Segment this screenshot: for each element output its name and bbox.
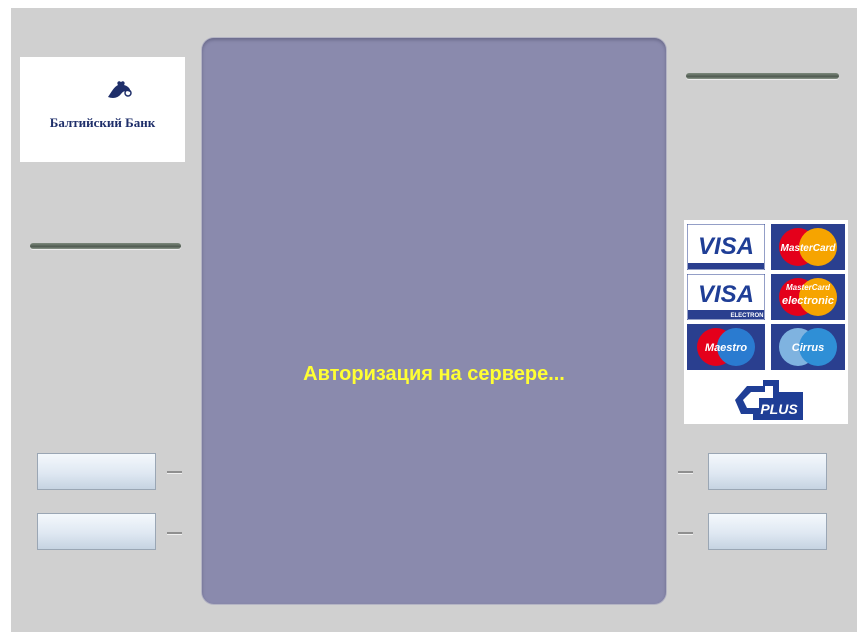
right-button-1-indicator xyxy=(678,471,693,474)
maestro-text: Maestro xyxy=(705,342,747,354)
visa-text: VISA xyxy=(698,233,754,260)
left-button-1-indicator xyxy=(167,471,182,474)
atm-screen: Авторизация на сервере... xyxy=(202,38,666,604)
right-button-2[interactable] xyxy=(708,513,827,550)
cirrus-text: Cirrus xyxy=(792,342,824,354)
visa-logo: VISA xyxy=(687,224,765,270)
bird-logo-icon xyxy=(108,81,132,98)
plus-logo: PLUS xyxy=(733,378,805,422)
accepted-cards: VISA MasterCard VISA ELECTRON MasterCard… xyxy=(684,220,848,424)
right-button-2-indicator xyxy=(678,532,693,535)
cirrus-logo: Cirrus xyxy=(771,324,845,370)
visa-electron-text: VISA xyxy=(698,281,754,308)
left-button-1[interactable] xyxy=(37,453,156,490)
mastercard-electronic-text: electronic xyxy=(782,295,834,307)
plus-text: PLUS xyxy=(760,401,798,417)
mastercard-text: MasterCard xyxy=(780,243,836,254)
mastercard-logo: MasterCard xyxy=(771,224,845,270)
right-button-1[interactable] xyxy=(708,453,827,490)
left-button-2[interactable] xyxy=(37,513,156,550)
receipt-slot xyxy=(686,73,839,79)
mastercard-electronic-logo: MasterCard electronic xyxy=(771,274,845,320)
visa-electron-logo: VISA ELECTRON xyxy=(687,274,765,320)
maestro-logo: Maestro xyxy=(687,324,765,370)
status-message: Авторизация на сервере... xyxy=(303,363,565,385)
bank-name: Балтийский Банк xyxy=(49,115,156,130)
left-button-2-indicator xyxy=(167,532,182,535)
card-slot xyxy=(30,243,181,249)
bank-logo: Балтийский Банк xyxy=(20,57,185,162)
visa-electron-subtext: ELECTRON xyxy=(731,313,764,319)
mastercard-electronic-top-text: MasterCard xyxy=(786,283,831,292)
